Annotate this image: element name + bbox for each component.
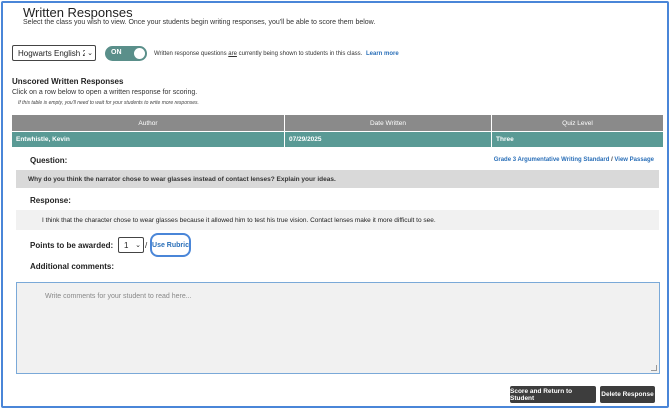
page-intro: Select the class you wish to view. Once … [23, 19, 376, 26]
view-passage-link[interactable]: View Passage [614, 157, 654, 163]
column-header-level[interactable]: Quiz Level [492, 115, 663, 131]
standard-link[interactable]: Grade 3 Argumentative Writing Standard [494, 157, 610, 163]
points-value: 1 [124, 240, 129, 250]
section-subtitle: Click on a row below to open a written r… [12, 89, 198, 96]
responses-table: Author Date Written Quiz Level Entwhistl… [12, 115, 663, 147]
column-header-date[interactable]: Date Written [285, 115, 492, 131]
points-select[interactable]: 1 ⌄ [118, 237, 144, 253]
chevron-down-icon: ⌄ [135, 242, 141, 249]
cell-date: 07/29/2025 [285, 132, 492, 147]
cell-author: Entwhistle, Kevin [12, 132, 285, 147]
link-separator: / [611, 157, 613, 163]
page-title: Written Responses [23, 5, 133, 20]
points-label: Points to be awarded: [30, 241, 114, 250]
comments-textarea[interactable]: Write comments for your student to read … [16, 282, 660, 374]
table-header: Author Date Written Quiz Level [12, 115, 663, 131]
question-text: Why do you think the narrator chose to w… [16, 170, 659, 188]
learn-more-link[interactable]: Learn more [366, 51, 399, 57]
toggle-label: ON [111, 49, 122, 56]
visibility-toggle[interactable]: ON [105, 46, 147, 61]
section-hint: If this table is empty, you'll need to w… [18, 100, 199, 106]
section-title: Unscored Written Responses [12, 77, 124, 86]
points-slash: / [145, 241, 148, 250]
delete-response-button[interactable]: Delete Response [600, 386, 655, 403]
question-links: Grade 3 Argumentative Writing Standard /… [494, 157, 654, 163]
score-return-button[interactable]: Score and Return to Student [510, 386, 596, 403]
response-label: Response: [30, 196, 71, 205]
toggle-knob [134, 48, 145, 59]
class-select-value: Hogwarts English 2( [18, 48, 85, 58]
toggle-note-emphasis: are [228, 51, 237, 57]
column-header-author[interactable]: Author [12, 115, 285, 131]
class-select[interactable]: Hogwarts English 2( ⌄ [12, 45, 96, 61]
comments-label: Additional comments: [30, 262, 115, 271]
comments-placeholder: Write comments for your student to read … [45, 293, 192, 300]
resize-handle-icon[interactable] [651, 365, 657, 371]
response-text: I think that the character chose to wear… [16, 210, 659, 230]
table-row[interactable]: Entwhistle, Kevin 07/29/2025 Three [12, 132, 663, 147]
toggle-note: Written response questions are currently… [154, 51, 363, 57]
use-rubric-link[interactable]: Use Rubric [150, 233, 191, 257]
cell-level: Three [496, 136, 514, 143]
chevron-down-icon: ⌄ [87, 50, 93, 57]
question-label: Question: [30, 156, 68, 165]
